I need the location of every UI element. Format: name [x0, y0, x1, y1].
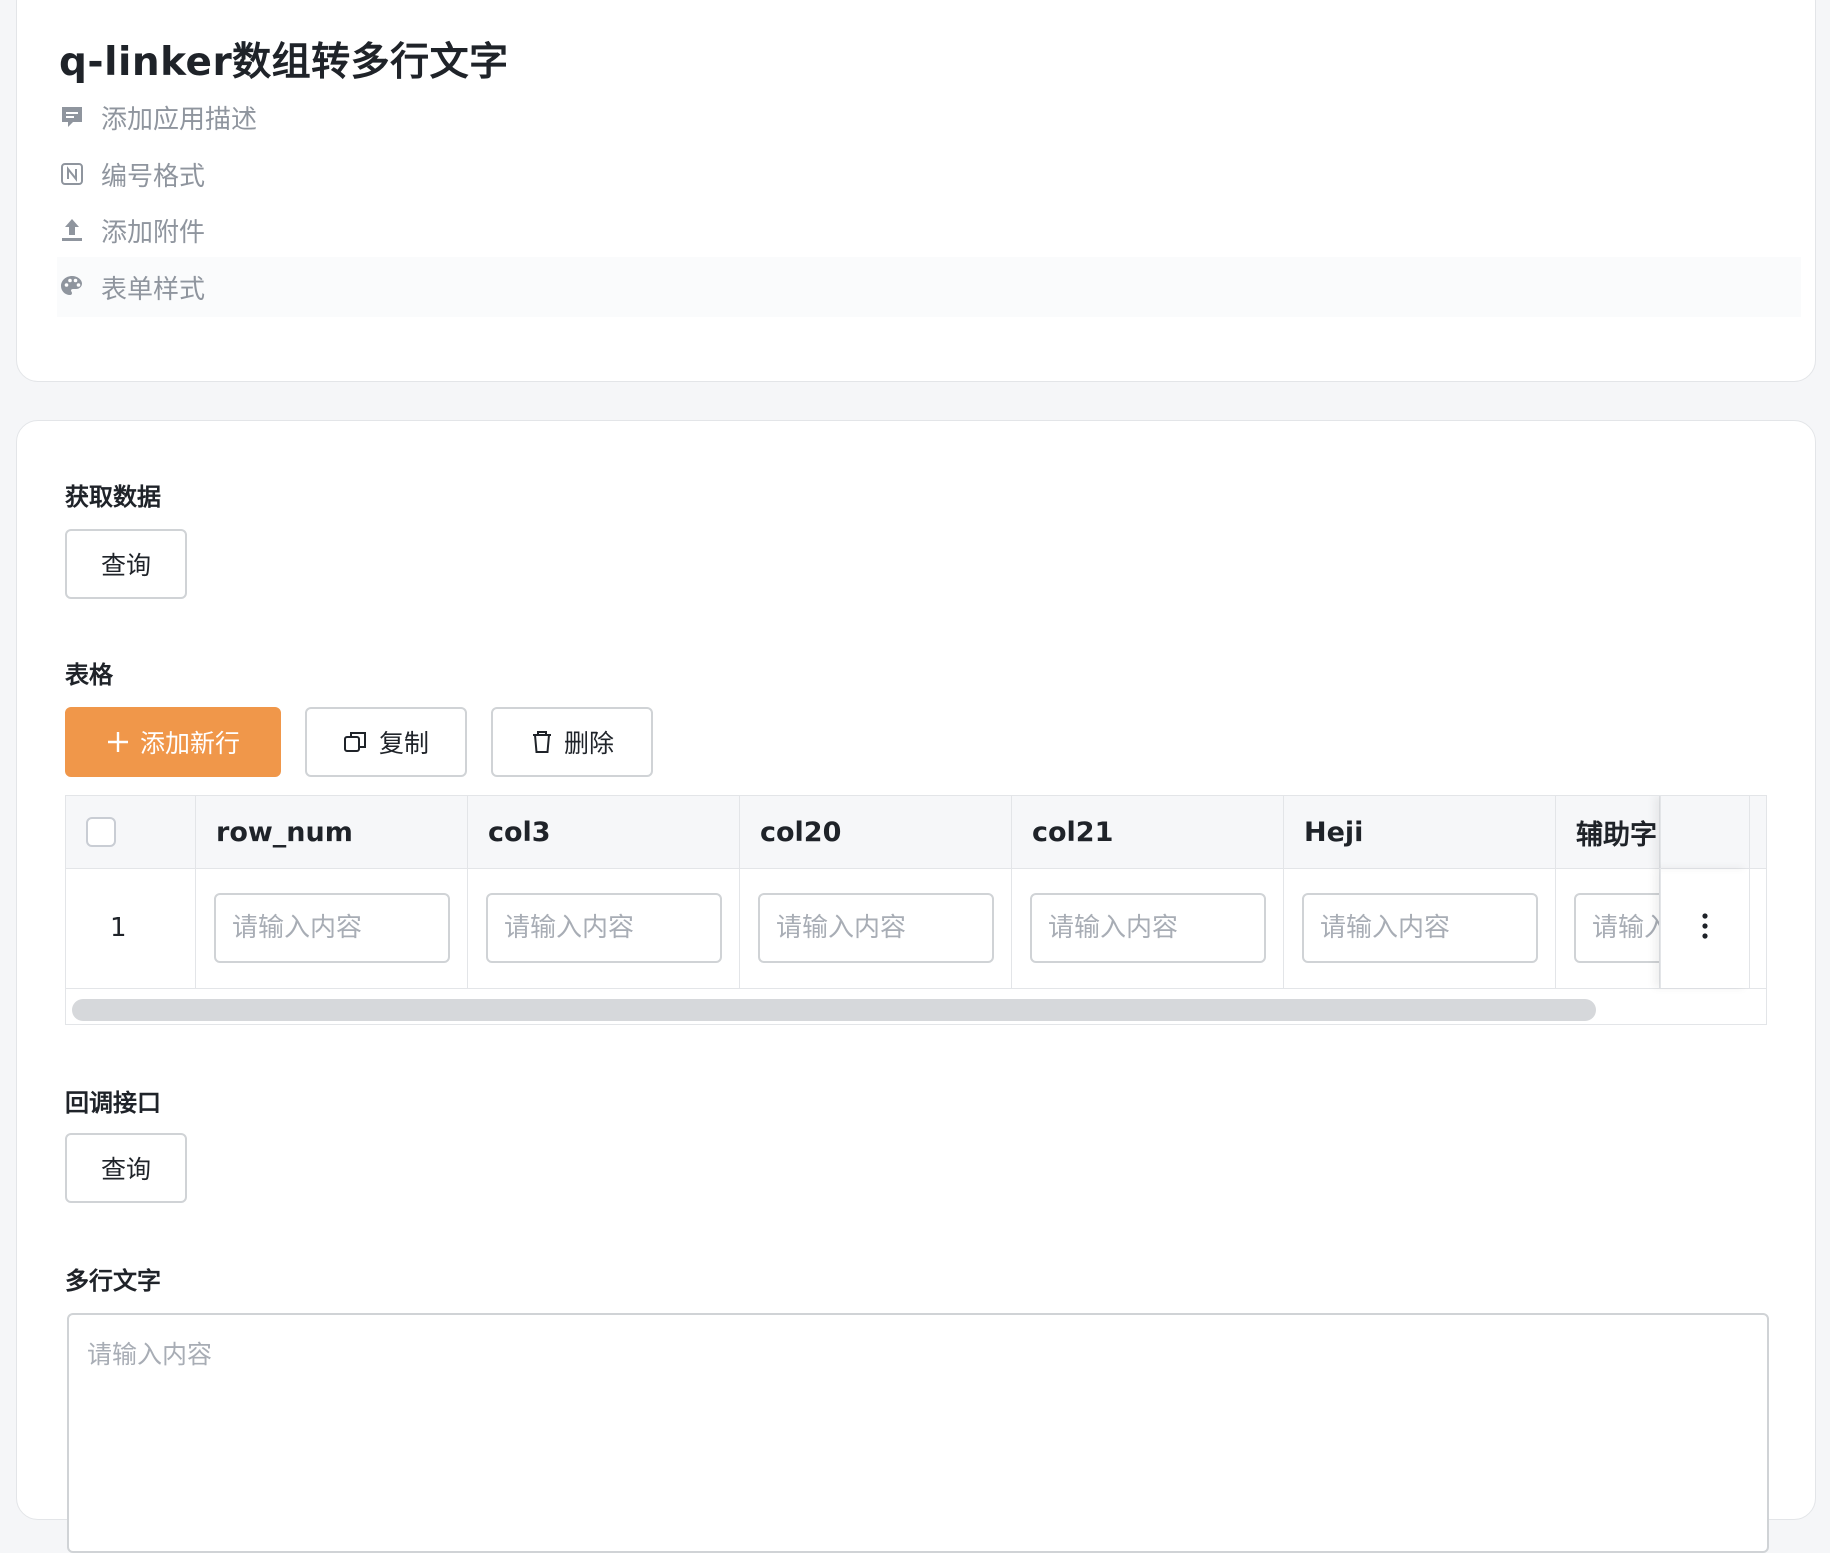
column-header[interactable]: row_num: [196, 796, 468, 868]
copy-icon: [343, 729, 369, 755]
actions-header-cell: [1660, 796, 1750, 868]
col3-input[interactable]: [486, 893, 722, 963]
fetch-section-label: 获取数据: [65, 483, 161, 511]
col21-input[interactable]: [1030, 893, 1266, 963]
add-attachment-label: 添加附件: [101, 217, 206, 248]
row-index-cell: 1: [66, 868, 196, 988]
heji-input[interactable]: [1302, 893, 1538, 963]
callback-query-button[interactable]: 查询: [65, 1133, 187, 1203]
table-cell: [468, 868, 740, 988]
trash-icon: [530, 729, 554, 755]
table-cell: [196, 868, 468, 988]
more-vertical-icon[interactable]: [1700, 911, 1710, 945]
select-all-checkbox[interactable]: [86, 817, 116, 847]
table-header-row: row_num col3 col20 col21 Heji 辅助字: [66, 796, 1766, 869]
upload-icon: [57, 215, 87, 245]
table-row: 1: [66, 868, 1766, 989]
delete-label: 删除: [563, 729, 614, 758]
column-header[interactable]: 辅助字: [1556, 796, 1660, 868]
copy-button[interactable]: 复制: [305, 707, 467, 777]
multiline-textarea[interactable]: [67, 1313, 1769, 1553]
select-all-cell: [66, 796, 196, 868]
table-cell: [1556, 868, 1660, 988]
plus-icon: [106, 730, 130, 754]
add-attachment-item[interactable]: 添加附件: [57, 200, 1801, 260]
column-header[interactable]: col3: [468, 796, 740, 868]
add-description-item[interactable]: 添加应用描述: [57, 87, 1801, 147]
delete-button[interactable]: 删除: [491, 707, 653, 777]
auxiliary-input[interactable]: [1574, 893, 1659, 963]
add-description-label: 添加应用描述: [101, 104, 258, 135]
number-format-item[interactable]: 编号格式: [57, 144, 1801, 204]
table-section-label: 表格: [65, 661, 113, 689]
form-card: 获取数据 查询 表格 添加新行 复制 删除 row_num col3 col20…: [16, 420, 1816, 1553]
number-format-icon: [57, 159, 87, 189]
row-actions-cell: [1660, 868, 1750, 988]
horizontal-scrollbar[interactable]: [72, 999, 1596, 1021]
app-header-card: q-linker数组转多行文字 添加应用描述 编号格式 添加附件 表单样式: [16, 0, 1816, 382]
page-title: q-linker数组转多行文字: [59, 40, 509, 85]
palette-icon: [57, 272, 87, 302]
table-cell: [740, 868, 1012, 988]
row-num-input[interactable]: [214, 893, 450, 963]
table-cell: [1012, 868, 1284, 988]
column-header[interactable]: col20: [740, 796, 1012, 868]
copy-label: 复制: [378, 729, 429, 758]
column-header[interactable]: col21: [1012, 796, 1284, 868]
add-row-label: 添加新行: [139, 729, 240, 758]
col20-input[interactable]: [758, 893, 994, 963]
fetch-query-button[interactable]: 查询: [65, 529, 187, 599]
row-index: 1: [110, 913, 127, 943]
add-row-button[interactable]: 添加新行: [65, 707, 281, 777]
comment-icon: [57, 102, 87, 132]
data-table: row_num col3 col20 col21 Heji 辅助字 1: [65, 795, 1767, 1025]
callback-section-label: 回调接口: [65, 1089, 161, 1117]
multiline-section-label: 多行文字: [65, 1267, 161, 1295]
table-cell: [1284, 868, 1556, 988]
column-header[interactable]: Heji: [1284, 796, 1556, 868]
form-style-item[interactable]: 表单样式: [57, 257, 1801, 317]
number-format-label: 编号格式: [101, 161, 206, 192]
form-style-label: 表单样式: [101, 274, 206, 305]
